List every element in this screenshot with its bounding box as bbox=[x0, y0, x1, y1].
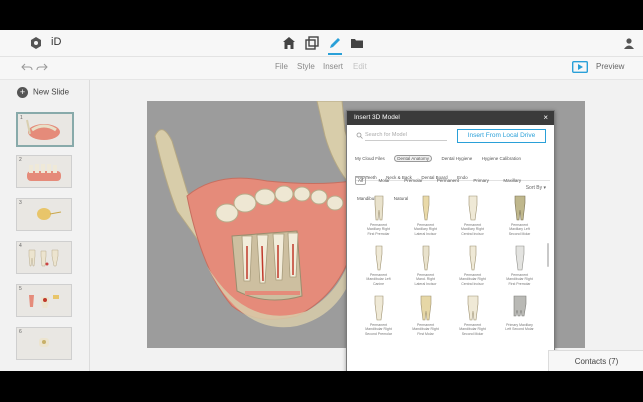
model-card[interactable]: Permanent Maxillary Left Second Molar bbox=[496, 195, 543, 245]
model-label: Second Molar bbox=[508, 231, 531, 236]
tooth-implant-icon bbox=[39, 338, 49, 347]
edit-pencil-icon[interactable] bbox=[328, 36, 342, 50]
model-label: Lateral Incisor bbox=[414, 281, 437, 286]
model-card[interactable]: Permanent Mandibular Left Canine bbox=[355, 245, 402, 295]
filter-maxillary[interactable]: Maxillary bbox=[501, 177, 523, 184]
app-logo-icon bbox=[31, 37, 41, 49]
filter-row: All Molar Premolar Permanent Primary Max… bbox=[355, 169, 550, 201]
active-tab-indicator bbox=[328, 53, 342, 55]
menu-edit[interactable]: Edit bbox=[353, 62, 367, 71]
tooth-model-icon bbox=[513, 295, 526, 317]
insert-from-local-drive-button[interactable]: Insert From Local Drive bbox=[457, 129, 546, 143]
tag-dental-hygiene[interactable]: Dental Hygiene bbox=[441, 156, 472, 161]
tooth-model-icon bbox=[374, 295, 383, 321]
model-label: First Premolar bbox=[367, 231, 390, 236]
teeth-arch-icon bbox=[27, 164, 61, 181]
copy-slides-icon[interactable] bbox=[305, 36, 319, 50]
slide-thumbnail[interactable]: 1 bbox=[16, 112, 74, 147]
slide-thumbnail[interactable]: 6 bbox=[16, 327, 72, 360]
jaw-model-icon bbox=[26, 119, 60, 140]
model-card[interactable]: Permanent Maxillary Right Lateral Incisor bbox=[402, 195, 449, 245]
tooth-model-icon bbox=[469, 245, 476, 271]
tooth-model-icon bbox=[375, 245, 382, 271]
tooth-model-icon bbox=[515, 245, 524, 271]
app-brand: iD bbox=[51, 36, 62, 48]
folder-icon[interactable] bbox=[350, 36, 364, 50]
tooth-roots-icon bbox=[28, 249, 59, 267]
top-navigation-bar: iD bbox=[0, 30, 643, 57]
undo-icon[interactable] bbox=[21, 61, 33, 73]
slide-thumbnail[interactable]: 2 bbox=[16, 155, 72, 188]
filter-molar[interactable]: Molar bbox=[376, 177, 391, 184]
sort-by-dropdown[interactable]: Sort By ▾ bbox=[526, 185, 546, 191]
contacts-button[interactable]: Contacts (7) bbox=[548, 350, 643, 371]
app-window: iD File Style Insert Edit Preview + New … bbox=[0, 30, 643, 371]
model-card[interactable]: Permanent Mandibular Right First Premolar bbox=[496, 245, 543, 295]
tag-dental-anatomy[interactable]: Dental Anatomy bbox=[394, 155, 432, 162]
slide-number: 5 bbox=[19, 286, 22, 292]
menu-file[interactable]: File bbox=[275, 62, 288, 71]
tag-my-cloud-files[interactable]: My Cloud Files bbox=[355, 156, 385, 161]
model-label: Canine bbox=[372, 281, 385, 286]
tooth-model-icon bbox=[468, 195, 477, 221]
slide-thumbnail[interactable]: 4 bbox=[16, 241, 72, 274]
slide-sidebar: + New Slide 1 2 3 4 5 6 bbox=[0, 80, 90, 371]
model-card[interactable]: Primary Maxillary Left Second Molar bbox=[496, 295, 543, 345]
model-card[interactable]: Permanent Maxillary Right First Premolar bbox=[355, 195, 402, 245]
close-icon[interactable]: × bbox=[543, 111, 548, 125]
slide-number: 1 bbox=[20, 115, 23, 121]
model-card[interactable]: Permanent Mandibular Right Central Incisor bbox=[449, 245, 496, 295]
new-slide-label: New Slide bbox=[33, 87, 70, 97]
editor-toolbar: File Style Insert Edit Preview bbox=[0, 57, 643, 80]
insert-3d-model-dialog: Insert 3D Model × Insert From Local Driv… bbox=[346, 110, 555, 371]
model-card[interactable]: Permanent Mandibular Right Second Molar bbox=[449, 295, 496, 345]
model-label: Central Incisor bbox=[461, 231, 484, 236]
slide-thumbnail[interactable]: 5 bbox=[16, 284, 72, 317]
dialog-header: Insert 3D Model × bbox=[347, 111, 554, 125]
tooth-model-icon bbox=[422, 245, 429, 271]
tag-hygiene-calibration[interactable]: Hygiene Calibration bbox=[482, 156, 521, 161]
model-label: Second Molar bbox=[461, 331, 484, 336]
home-icon[interactable] bbox=[282, 36, 296, 50]
tooth-model-icon bbox=[422, 195, 429, 221]
search-icon bbox=[356, 132, 363, 139]
tooth-model-icon bbox=[467, 295, 478, 321]
tooth-model-icon bbox=[420, 295, 431, 321]
menu-style[interactable]: Style bbox=[297, 62, 315, 71]
grid-scrollbar[interactable] bbox=[547, 243, 549, 267]
filter-all[interactable]: All bbox=[355, 176, 367, 185]
model-label: Lateral Incisor bbox=[414, 231, 437, 236]
model-card[interactable]: Permanent Maxillary Right Central Incisor bbox=[449, 195, 496, 245]
slide-number: 3 bbox=[19, 200, 22, 206]
preview-button[interactable]: Preview bbox=[596, 62, 624, 71]
model-label: Left Second Molar bbox=[505, 327, 534, 332]
slide-number: 4 bbox=[19, 243, 22, 249]
tooth-cross-section-icon bbox=[29, 295, 59, 308]
user-account-icon[interactable] bbox=[623, 37, 635, 49]
dialog-title: Insert 3D Model bbox=[354, 114, 400, 121]
plus-icon: + bbox=[17, 87, 28, 98]
preview-play-icon[interactable] bbox=[572, 61, 588, 73]
menu-insert[interactable]: Insert bbox=[323, 62, 343, 71]
model-label: First Premolar bbox=[508, 281, 531, 286]
model-card[interactable]: Permanent Mand. Right Lateral Incisor bbox=[402, 245, 449, 295]
search-row: Insert From Local Drive bbox=[347, 125, 554, 145]
filter-permanent[interactable]: Permanent bbox=[435, 177, 461, 184]
tooth-model-icon bbox=[374, 195, 383, 221]
tooth-model-icon bbox=[514, 195, 525, 221]
model-label: Second Premolar bbox=[364, 331, 393, 336]
model-card[interactable]: Permanent Mandibular Right First Molar bbox=[402, 295, 449, 345]
model-label: First Molar bbox=[417, 331, 434, 336]
slide-number: 2 bbox=[19, 157, 22, 163]
slide-number: 6 bbox=[19, 329, 22, 335]
tooth-crown-icon bbox=[37, 208, 62, 220]
model-label: Central Incisor bbox=[461, 281, 484, 286]
filter-premolar[interactable]: Premolar bbox=[402, 177, 424, 184]
new-slide-button[interactable]: + New Slide bbox=[17, 87, 69, 98]
slide-thumbnail[interactable]: 3 bbox=[16, 198, 72, 231]
filter-primary[interactable]: Primary bbox=[471, 177, 491, 184]
redo-icon[interactable] bbox=[36, 61, 48, 73]
model-search-input[interactable] bbox=[365, 130, 447, 141]
model-card[interactable]: Permanent Mandibular Right Second Premolar bbox=[355, 295, 402, 345]
